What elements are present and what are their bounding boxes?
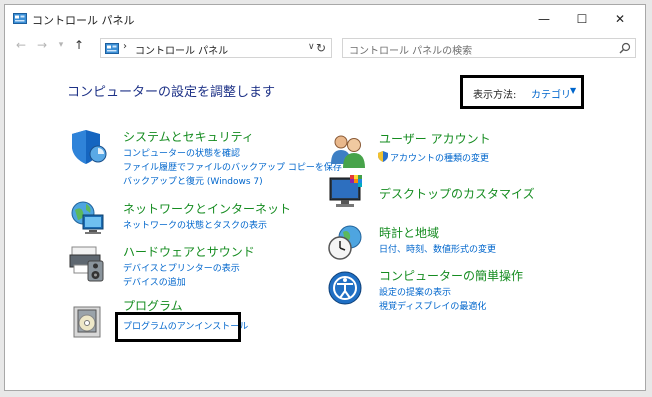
navigation-bar: ← → ▾ ↑ › コントロール パネル ∨ ↻ コントロール パネルの検索: [5, 35, 645, 61]
search-box[interactable]: コントロール パネルの検索: [342, 38, 636, 58]
category-system-security[interactable]: システムとセキュリティ: [123, 128, 254, 145]
minimize-button[interactable]: —: [526, 5, 562, 33]
title-bar[interactable]: コントロール パネル — ☐ ✕: [5, 5, 645, 33]
programs-disc-icon[interactable]: [68, 301, 108, 341]
control-panel-icon: [105, 43, 119, 54]
network-globe-icon[interactable]: [69, 198, 109, 238]
monitor-icon[interactable]: [328, 172, 368, 212]
category-desktop-customize[interactable]: デスクトップのカスタマイズ: [379, 185, 535, 202]
control-panel-window: コントロール パネル — ☐ ✕ ← → ▾ ↑ › コントロール パネル ∨ …: [4, 4, 646, 391]
users-icon[interactable]: [328, 130, 368, 170]
link-check-computer-status[interactable]: コンピューターの状態を確認: [123, 146, 240, 159]
search-input[interactable]: コントロール パネルの検索: [349, 42, 472, 57]
view-by-dropdown[interactable]: カテゴリ: [531, 86, 571, 101]
dropdown-arrow-icon[interactable]: ▼: [570, 86, 576, 95]
printer-speaker-icon[interactable]: [68, 243, 108, 283]
address-bar[interactable]: › コントロール パネル ∨: [100, 38, 332, 58]
search-icon[interactable]: [619, 42, 631, 54]
category-ease-of-access[interactable]: コンピューターの簡単操作: [379, 267, 523, 284]
up-button[interactable]: ↑: [72, 38, 86, 52]
category-clock-region[interactable]: 時計と地域: [379, 224, 439, 241]
close-button[interactable]: ✕: [602, 5, 638, 33]
link-file-history-backup[interactable]: ファイル履歴でファイルのバックアップ コピーを保存: [123, 160, 342, 173]
link-change-account-type[interactable]: アカウントの種類の変更: [390, 151, 489, 164]
uac-shield-icon: [378, 151, 388, 162]
view-by-label: 表示方法:: [473, 90, 517, 101]
recent-locations-button[interactable]: ▾: [54, 40, 68, 50]
shield-icon[interactable]: [70, 127, 110, 167]
breadcrumb-control-panel[interactable]: コントロール パネル: [135, 42, 228, 57]
back-button[interactable]: ←: [14, 38, 28, 52]
refresh-button[interactable]: ↻: [312, 38, 330, 58]
category-hardware-sound[interactable]: ハードウェアとサウンド: [123, 243, 255, 260]
window-title: コントロール パネル: [32, 14, 135, 27]
link-date-time-format[interactable]: 日付、時刻、数値形式の変更: [379, 242, 496, 255]
link-devices-printers[interactable]: デバイスとプリンターの表示: [123, 261, 240, 274]
ease-of-access-icon[interactable]: [327, 268, 367, 308]
category-network-internet[interactable]: ネットワークとインターネット: [123, 200, 291, 217]
link-suggest-settings[interactable]: 設定の提案の表示: [379, 285, 451, 298]
breadcrumb-chevron-icon[interactable]: ›: [123, 41, 127, 52]
category-user-accounts[interactable]: ユーザー アカウント: [379, 130, 491, 147]
link-add-device[interactable]: デバイスの追加: [123, 275, 186, 288]
link-backup-restore[interactable]: バックアップと復元 (Windows 7): [123, 174, 263, 187]
forward-button[interactable]: →: [35, 38, 49, 52]
view-by-selector[interactable]: 表示方法: カテゴリ ▼: [460, 75, 584, 109]
clock-globe-icon[interactable]: [326, 223, 366, 263]
highlight-box: [115, 312, 241, 342]
link-optimize-visual-display[interactable]: 視覚ディスプレイの最適化: [379, 299, 486, 312]
link-network-status-tasks[interactable]: ネットワークの状態とタスクの表示: [123, 218, 267, 231]
maximize-button[interactable]: ☐: [564, 5, 600, 33]
page-title: コンピューターの設定を調整します: [67, 85, 276, 100]
control-panel-icon: [13, 13, 27, 24]
